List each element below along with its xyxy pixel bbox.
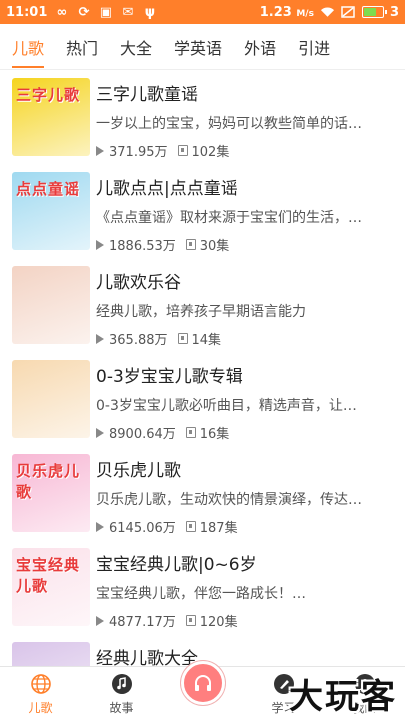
list-item[interactable]: 贝乐虎儿歌 贝乐虎儿歌 贝乐虎儿歌，生动欢快的情景演绎，传达… 6145.06万 187… xyxy=(0,446,405,540)
episodes-icon xyxy=(185,427,196,438)
play-count: 371.95万 xyxy=(109,145,168,160)
album-info: 儿歌欢乐谷经典儿歌，培养孩子早期语言能力 365.88万 14集 xyxy=(96,266,396,352)
album-thumbnail xyxy=(12,642,90,666)
album-description: 宝宝经典儿歌，伴您一路成长！… xyxy=(96,586,306,602)
list-item[interactable]: 0-3岁宝宝儿歌专辑 0-3岁宝宝儿歌必听曲目，精选声音，让… 8900.64万 16… xyxy=(0,352,405,446)
status-bar: 11:01 ∞ ⟳ ▣ ✉ ψ 1.23 M/s 3 xyxy=(0,0,405,24)
album-title: 经典儿歌大全 xyxy=(96,649,198,666)
play-icon xyxy=(96,239,104,250)
thumbnail-text: 三字儿歌 xyxy=(16,86,81,104)
album-info: 经典儿歌大全 xyxy=(96,642,396,666)
episodes-icon xyxy=(177,333,188,344)
category-tabs: 儿歌 热门 大全 学英语 外语 引进 xyxy=(0,24,405,70)
album-meta: 4877.17万 120集 xyxy=(96,611,396,630)
play-count: 4877.17万 xyxy=(109,615,176,630)
list-item[interactable]: 儿歌欢乐谷经典儿歌，培养孩子早期语言能力 365.88万 14集 xyxy=(0,258,405,352)
tab-0[interactable]: 儿歌 xyxy=(12,24,45,70)
episode-count: 187集 xyxy=(199,521,238,536)
sync-icon: ⟳ xyxy=(78,4,90,20)
tab-2[interactable]: 大全 xyxy=(120,24,152,70)
episode-count: 120集 xyxy=(199,615,238,630)
list-item[interactable]: 点点童谣 儿歌点点|点点童谣《点点童谣》取材来源于宝宝们的生活，… 1886.53万… xyxy=(0,164,405,258)
tab-3[interactable]: 学英语 xyxy=(174,24,222,70)
battery-icon xyxy=(361,6,387,18)
play-count: 365.88万 xyxy=(109,333,168,348)
thumbnail-text: 点点童谣 xyxy=(16,180,81,198)
album-description: 一岁以上的宝宝，妈妈可以教些简单的话… xyxy=(96,116,362,132)
album-title: 儿歌欢乐谷 xyxy=(96,273,181,293)
play-count: 8900.64万 xyxy=(109,427,176,442)
episode-count: 102集 xyxy=(191,145,230,160)
album-thumbnail xyxy=(12,360,90,438)
album-meta: 365.88万 14集 xyxy=(96,329,396,348)
episodes-icon xyxy=(177,145,188,156)
album-info: 三字儿歌童谣一岁以上的宝宝，妈妈可以教些简单的话… 371.95万 102集 xyxy=(96,78,396,164)
play-icon xyxy=(96,333,104,344)
list-item[interactable]: 宝宝经典儿歌 宝宝经典儿歌|0~6岁宝宝经典儿歌，伴您一路成长！… 4877.17万… xyxy=(0,540,405,634)
album-info: 宝宝经典儿歌|0~6岁宝宝经典儿歌，伴您一路成长！… 4877.17万 120集 xyxy=(96,548,396,634)
headphones-icon[interactable] xyxy=(180,661,225,705)
album-meta: 6145.06万 187集 xyxy=(96,517,396,536)
album-info: 0-3岁宝宝儿歌专辑 0-3岁宝宝儿歌必听曲目，精选声音，让… 8900.64万 16… xyxy=(96,360,396,446)
album-thumbnail: 点点童谣 xyxy=(12,172,90,250)
nav-item-2[interactable] xyxy=(162,661,243,720)
episodes-icon xyxy=(185,239,196,250)
nav-label: 故事 xyxy=(109,701,134,715)
album-title: 儿歌点点|点点童谣 xyxy=(96,179,238,199)
list-item[interactable]: 三字儿歌 三字儿歌童谣一岁以上的宝宝，妈妈可以教些简单的话… 371.95万 102集 xyxy=(0,70,405,164)
album-info: 儿歌点点|点点童谣《点点童谣》取材来源于宝宝们的生活，… 1886.53万 30集 xyxy=(96,172,396,258)
watermark: 大玩客 xyxy=(289,677,397,717)
play-count: 6145.06万 xyxy=(109,521,176,536)
play-icon xyxy=(96,615,104,626)
album-info: 贝乐虎儿歌贝乐虎儿歌，生动欢快的情景演绎，传达… 6145.06万 187集 xyxy=(96,454,396,540)
play-count: 1886.53万 xyxy=(109,239,176,254)
image-icon: ▣ xyxy=(99,4,113,20)
album-description: 0-3岁宝宝儿歌必听曲目，精选声音，让… xyxy=(96,398,357,414)
album-title: 三字儿歌童谣 xyxy=(96,85,198,105)
episode-count: 14集 xyxy=(191,333,222,348)
album-meta: 371.95万 102集 xyxy=(96,141,396,160)
no-signal-icon xyxy=(341,5,356,19)
album-thumbnail xyxy=(12,266,90,344)
globe-icon xyxy=(30,673,52,695)
tab-4[interactable]: 外语 xyxy=(244,24,276,70)
episode-count: 30集 xyxy=(199,239,230,254)
status-time: 11:01 xyxy=(6,4,48,20)
album-thumbnail: 宝宝经典儿歌 xyxy=(12,548,90,626)
thumbnail-text: 贝乐虎儿歌 xyxy=(16,462,81,501)
play-icon xyxy=(96,145,104,156)
tab-1[interactable]: 热门 xyxy=(66,24,98,70)
album-title: 0-3岁宝宝儿歌专辑 xyxy=(96,367,243,387)
wifi-icon xyxy=(320,5,335,19)
play-icon xyxy=(96,427,104,438)
mail-icon: ✉ xyxy=(122,4,134,20)
episode-count: 16集 xyxy=(199,427,230,442)
thumbnail-text: 宝宝经典儿歌 xyxy=(16,556,81,595)
album-description: 经典儿歌，培养孩子早期语言能力 xyxy=(96,304,306,320)
play-icon xyxy=(96,521,104,532)
nav-item-0[interactable]: 儿歌 xyxy=(0,667,81,720)
album-thumbnail: 贝乐虎儿歌 xyxy=(12,454,90,532)
album-description: 《点点童谣》取材来源于宝宝们的生活，… xyxy=(96,210,362,226)
nav-label: 儿歌 xyxy=(28,701,53,715)
album-thumbnail: 三字儿歌 xyxy=(12,78,90,156)
tab-5[interactable]: 引进 xyxy=(298,24,330,70)
network-speed: 1.23 M/s xyxy=(259,4,314,20)
album-title: 宝宝经典儿歌|0~6岁 xyxy=(96,555,257,575)
nav-item-1[interactable]: 故事 xyxy=(81,667,162,720)
battery-level: 3 xyxy=(389,4,399,20)
usb-icon: ψ xyxy=(144,4,156,20)
album-meta: 1886.53万 30集 xyxy=(96,235,396,254)
music-note-icon xyxy=(111,673,133,695)
episodes-icon xyxy=(185,521,196,532)
album-list: 三字儿歌 三字儿歌童谣一岁以上的宝宝，妈妈可以教些简单的话… 371.95万 102集… xyxy=(0,70,405,666)
album-description: 贝乐虎儿歌，生动欢快的情景演绎，传达… xyxy=(96,492,362,508)
infinity-icon: ∞ xyxy=(56,4,68,20)
episodes-icon xyxy=(185,615,196,626)
album-title: 贝乐虎儿歌 xyxy=(96,461,181,481)
album-meta: 8900.64万 16集 xyxy=(96,423,396,442)
